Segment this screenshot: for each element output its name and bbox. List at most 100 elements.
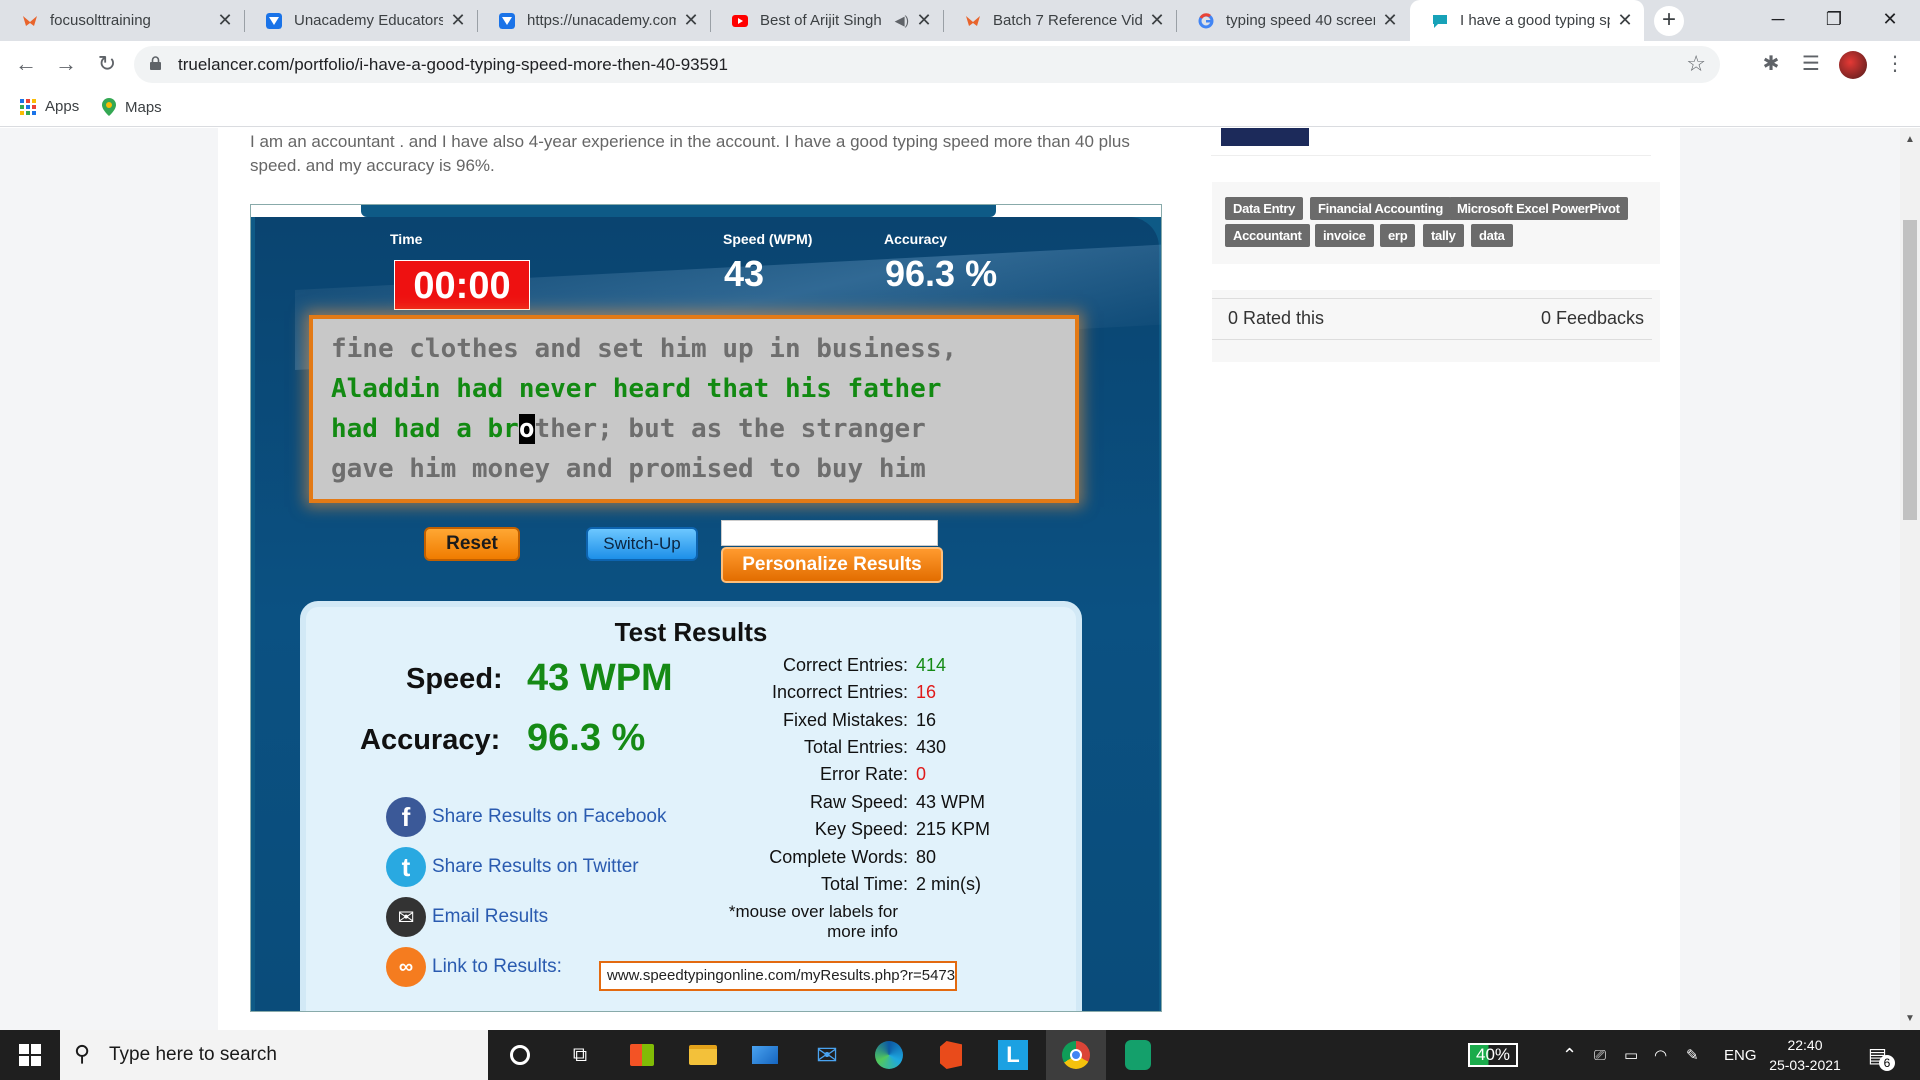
email-results-link[interactable]: ✉ Email Results: [386, 897, 548, 937]
youtube-icon: [732, 14, 748, 27]
tag-invoice[interactable]: invoice: [1315, 224, 1374, 247]
stat-correct-entries[interactable]: Correct Entries: 414: [726, 655, 1161, 681]
tag-financial-accounting[interactable]: Financial Accounting: [1310, 197, 1451, 220]
unacademy-icon: [499, 12, 515, 29]
close-icon[interactable]: ✕: [449, 10, 467, 31]
name-input[interactable]: [721, 520, 938, 546]
cortana-circle-icon: [510, 1045, 530, 1065]
feedback-count[interactable]: 0 Feedbacks: [1541, 308, 1644, 329]
l-app[interactable]: L: [983, 1030, 1043, 1080]
stat-complete-words[interactable]: Complete Words: 80: [726, 847, 1161, 873]
portfolio-thumbnail[interactable]: [1221, 128, 1309, 146]
results-link-field[interactable]: www.speedtypingonline.com/myResults.php?…: [599, 961, 957, 991]
start-button[interactable]: [0, 1030, 60, 1080]
stat-total-entries[interactable]: Total Entries: 430: [726, 737, 1161, 763]
tab-title: typing speed 40 screen: [1226, 12, 1375, 29]
clock[interactable]: 22:40 25-03-2021: [1768, 1030, 1842, 1080]
scroll-down-arrow-icon[interactable]: ▼: [1900, 1013, 1920, 1024]
office-app[interactable]: [921, 1030, 981, 1080]
typing-text-area[interactable]: fine clothes and set him up in business,…: [309, 315, 1079, 503]
text-line: Aladdin had never heard that his father: [331, 374, 942, 404]
share-facebook-link[interactable]: f Share Results on Facebook: [386, 797, 666, 837]
stat-total-time[interactable]: Total Time: 2 min(s): [726, 874, 1161, 900]
folder-icon: [689, 1045, 717, 1065]
share-twitter-link[interactable]: t Share Results on Twitter: [386, 847, 639, 887]
tab-focusolttraining[interactable]: focusolttraining ✕: [0, 0, 244, 41]
tab-batch7[interactable]: Batch 7 Reference Vide ✕: [943, 0, 1176, 41]
green-shield-app[interactable]: [1108, 1030, 1168, 1080]
back-button[interactable]: ←: [12, 50, 40, 78]
personalize-results-button[interactable]: Personalize Results: [721, 547, 943, 583]
tag-accountant[interactable]: Accountant: [1225, 224, 1310, 247]
avatar[interactable]: [1839, 51, 1867, 79]
network-drive-icon[interactable]: ⎚: [1594, 1030, 1606, 1080]
orange-bird-icon: [966, 15, 980, 26]
close-icon[interactable]: ✕: [1616, 10, 1634, 31]
new-tab-button[interactable]: +: [1654, 6, 1684, 36]
switch-up-button[interactable]: Switch-Up: [586, 527, 698, 561]
mail-app[interactable]: ✉: [797, 1030, 857, 1080]
battery-indicator[interactable]: 40%: [1468, 1030, 1519, 1080]
tag-tally[interactable]: tally: [1423, 224, 1464, 247]
close-icon[interactable]: ✕: [216, 10, 234, 31]
media-control-icon[interactable]: ☰: [1798, 51, 1824, 77]
stat-incorrect-entries[interactable]: Incorrect Entries: 16: [726, 682, 1161, 708]
input-language[interactable]: ENG: [1724, 1030, 1757, 1080]
cortana-button[interactable]: [490, 1030, 550, 1080]
close-window-button[interactable]: ✕: [1860, 0, 1920, 41]
pen-icon[interactable]: ✎: [1686, 1030, 1699, 1080]
twitter-icon: t: [386, 847, 426, 887]
chrome-app[interactable]: [1046, 1030, 1106, 1080]
show-hidden-icons-chevron-icon[interactable]: ⌃: [1562, 1030, 1577, 1080]
bookmark-star-icon[interactable]: ☆: [1686, 51, 1706, 77]
search-placeholder: Type here to search: [109, 1044, 277, 1065]
typing-cursor: o: [518, 414, 535, 444]
tag-data-entry[interactable]: Data Entry: [1225, 197, 1304, 220]
close-icon[interactable]: ✕: [1381, 10, 1399, 31]
wifi-icon[interactable]: ◠: [1654, 1030, 1667, 1080]
speaker-icon[interactable]: ◀): [895, 13, 909, 29]
address-bar[interactable]: truelancer.com/portfolio/i-have-a-good-t…: [134, 46, 1720, 83]
task-view-button[interactable]: ⧉: [550, 1030, 610, 1080]
notification-center-button[interactable]: ▤ 6: [1868, 1030, 1895, 1080]
store-bag-icon: [630, 1044, 654, 1066]
chrome-icon: [1062, 1041, 1090, 1069]
tag-data[interactable]: data: [1471, 224, 1513, 247]
scrollbar-thumb[interactable]: [1903, 220, 1917, 520]
edge-browser-app[interactable]: [859, 1030, 919, 1080]
extensions-icon[interactable]: ✱: [1758, 51, 1784, 77]
minimize-button[interactable]: ─: [1748, 0, 1808, 41]
stat-error-rate[interactable]: Error Rate: 0: [726, 764, 1161, 790]
text-line: had had a brother; but as the stranger: [331, 414, 926, 444]
scroll-up-arrow-icon[interactable]: ▲: [1900, 134, 1920, 145]
store-app[interactable]: [612, 1030, 672, 1080]
restore-button[interactable]: ❐: [1804, 0, 1864, 41]
tab-youtube-arijit[interactable]: Best of Arijit Singh ◀) ✕: [710, 0, 943, 41]
tab-unacademy-educators[interactable]: Unacademy Educators ✕: [244, 0, 477, 41]
tab-google-search[interactable]: typing speed 40 screen ✕: [1176, 0, 1409, 41]
close-icon[interactable]: ✕: [1148, 10, 1166, 31]
tab-title: https://unacademy.com: [527, 12, 676, 29]
file-explorer-app[interactable]: [673, 1030, 733, 1080]
stat-key-speed[interactable]: Key Speed: 215 KPM: [726, 819, 1161, 845]
tag-excel-powerpivot[interactable]: Microsoft Excel PowerPivot: [1449, 197, 1628, 220]
photos-app[interactable]: [735, 1030, 795, 1080]
forward-button[interactable]: →: [52, 50, 80, 78]
reload-button[interactable]: ↻: [93, 50, 121, 78]
text-line: fine clothes and set him up in business,: [331, 334, 958, 364]
reset-button[interactable]: Reset: [424, 527, 520, 561]
stat-fixed-mistakes[interactable]: Fixed Mistakes: 16: [726, 710, 1161, 736]
tag-erp[interactable]: erp: [1380, 224, 1416, 247]
tab-truelancer-active[interactable]: I have a good typing sp ✕: [1410, 0, 1644, 41]
taskbar-search-box[interactable]: ⚲ Type here to search: [60, 1030, 488, 1080]
battery-icon[interactable]: ▭: [1624, 1030, 1638, 1080]
close-icon[interactable]: ✕: [915, 10, 933, 31]
tab-title: Batch 7 Reference Vide: [993, 12, 1142, 29]
menu-icon[interactable]: ⋮: [1882, 51, 1908, 77]
tab-unacademy-url[interactable]: https://unacademy.com ✕: [477, 0, 710, 41]
stat-raw-speed[interactable]: Raw Speed: 43 WPM: [726, 792, 1161, 818]
page-scrollbar[interactable]: ▲ ▼: [1900, 128, 1920, 1030]
close-icon[interactable]: ✕: [682, 10, 700, 31]
bookmark-apps[interactable]: Apps: [20, 98, 79, 115]
bookmark-maps[interactable]: Maps: [102, 98, 162, 116]
